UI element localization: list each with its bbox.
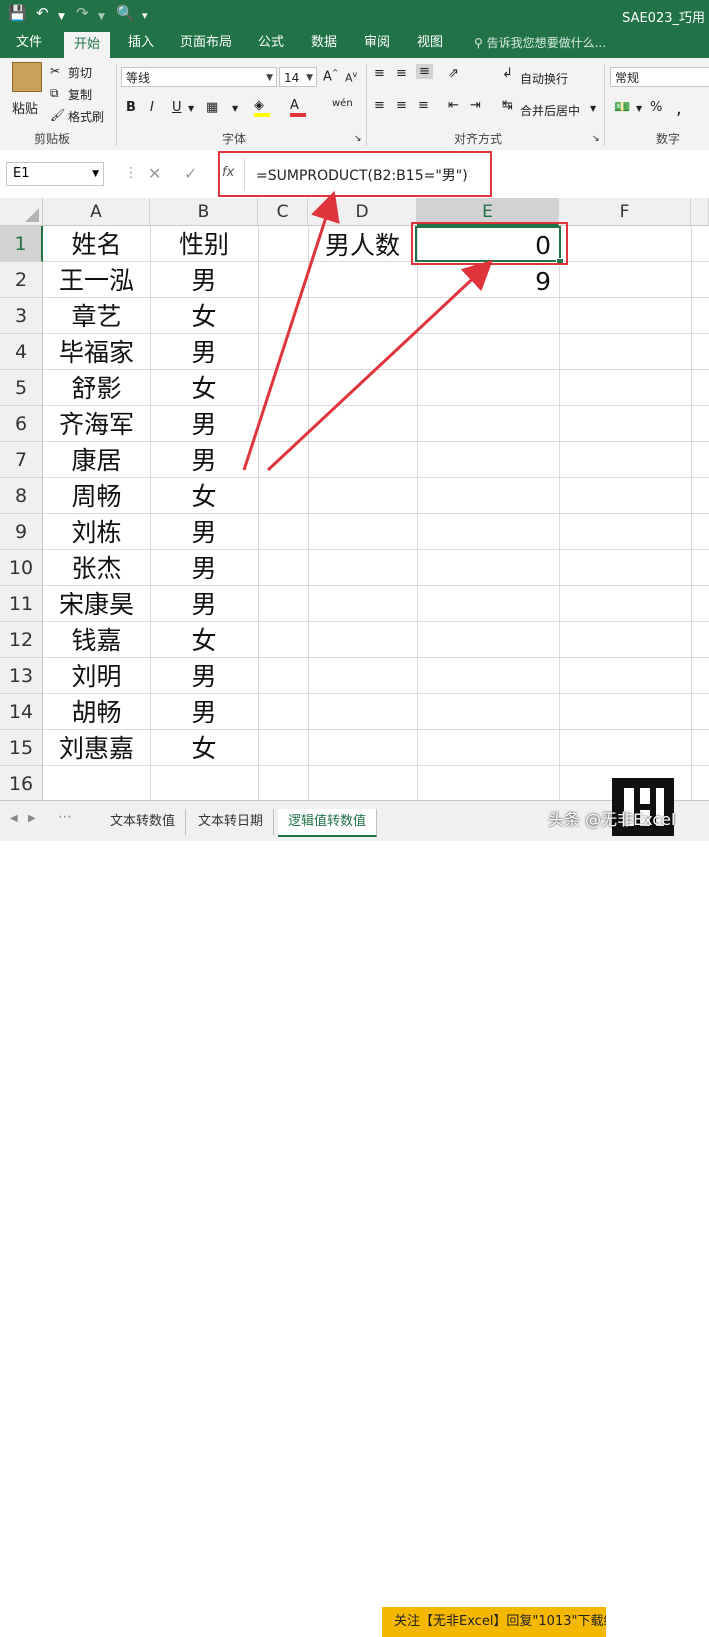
promo-banner: 关注【无非Excel】回复"1013"下载练习 bbox=[382, 1607, 606, 1637]
scroll-left-icon[interactable]: ◀ bbox=[10, 813, 18, 824]
watermark-text: 头条 @无非Excel bbox=[548, 810, 676, 829]
arrow-to-formula bbox=[242, 190, 340, 471]
sheet-tab-text-to-number[interactable]: 文本转数值 bbox=[100, 809, 187, 835]
scroll-right-icon[interactable]: ▶ bbox=[28, 813, 36, 824]
sheet-tab-text-to-date[interactable]: 文本转日期 bbox=[188, 809, 275, 835]
more-sheets-icon[interactable]: ⋯ bbox=[58, 809, 72, 825]
sheet-tab-logic-to-number[interactable]: 逻辑值转数值 bbox=[278, 809, 378, 837]
annotation-arrows bbox=[242, 190, 493, 472]
